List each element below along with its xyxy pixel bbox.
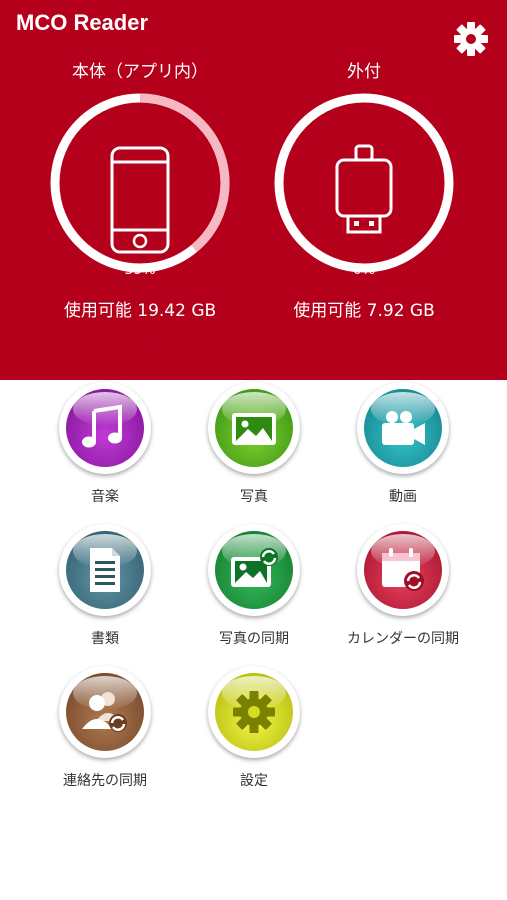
menu-music-orb[interactable]: [59, 382, 151, 474]
menu-calendar-sync-label: カレンダーの同期: [347, 631, 459, 647]
menu-photo-sync-orb[interactable]: [208, 524, 300, 616]
menu-music[interactable]: 音楽: [25, 382, 185, 506]
app-title: MCO Reader: [16, 10, 149, 35]
menu-documents[interactable]: 書類: [25, 524, 185, 648]
menu-videos-label: 動画: [389, 489, 417, 505]
menu-photos-label: 写真: [240, 489, 268, 505]
internal-storage-label: 本体（アプリ内）: [72, 62, 208, 82]
usb-drive-icon: [335, 144, 393, 234]
menu-documents-label: 書類: [91, 631, 119, 647]
external-available-text: 使用可能 7.92 GB: [293, 301, 435, 321]
calendar-sync-icon: [382, 548, 424, 591]
contacts-sync-icon: [82, 692, 127, 732]
video-camera-icon: [382, 411, 425, 445]
external-usage-percent: 0%: [352, 262, 376, 278]
menu-photo-sync-label: 写真の同期: [219, 631, 289, 647]
photo-sync-icon: [231, 548, 278, 587]
internal-usage-percent: 39%: [124, 262, 156, 278]
menu-calendar-sync[interactable]: カレンダーの同期: [323, 524, 483, 648]
menu-contacts-sync-orb[interactable]: [59, 666, 151, 758]
external-storage-label: 外付: [347, 62, 381, 82]
menu-music-label: 音楽: [91, 489, 119, 505]
menu-contacts-sync[interactable]: 連絡先の同期: [25, 666, 185, 790]
settings-button[interactable]: [452, 20, 490, 58]
menu-photos[interactable]: 写真: [174, 382, 334, 506]
music-note-icon: [82, 404, 122, 448]
internal-storage-ring: 39%: [47, 90, 233, 278]
photo-icon: [232, 413, 276, 445]
menu-videos[interactable]: 動画: [323, 382, 483, 506]
menu-settings-orb[interactable]: [208, 666, 300, 758]
smartphone-icon: [110, 146, 170, 254]
gear-icon: [454, 22, 488, 56]
internal-available-text: 使用可能 19.42 GB: [63, 301, 217, 321]
external-storage-panel[interactable]: 外付 0% 使用可能 7.92 GB: [269, 60, 459, 321]
menu-settings[interactable]: 設定: [174, 666, 334, 790]
document-icon: [90, 548, 120, 592]
gear-icon: [233, 691, 275, 733]
menu-settings-label: 設定: [240, 773, 268, 789]
menu-photo-sync[interactable]: 写真の同期: [174, 524, 334, 648]
menu-photos-orb[interactable]: [208, 382, 300, 474]
internal-storage-panel[interactable]: 本体（アプリ内） 39% 使用可能 19.42 GB: [45, 60, 235, 321]
menu-contacts-sync-label: 連絡先の同期: [63, 773, 147, 789]
menu-videos-orb[interactable]: [357, 382, 449, 474]
menu-documents-orb[interactable]: [59, 524, 151, 616]
menu-calendar-sync-orb[interactable]: [357, 524, 449, 616]
external-storage-ring: 0%: [271, 90, 457, 278]
